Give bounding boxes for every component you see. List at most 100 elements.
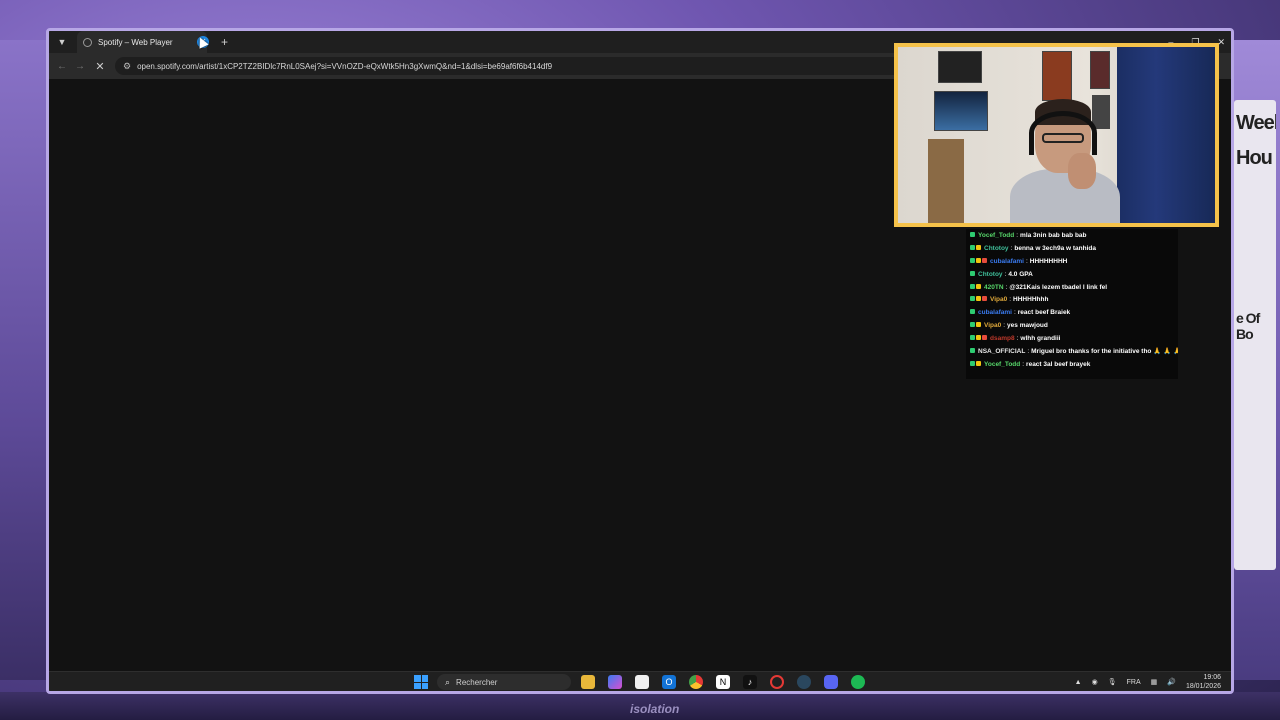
chat-username[interactable]: Vipa0 (990, 296, 1007, 303)
tab-spotify[interactable]: Spotify – Web Player ✕ (77, 31, 209, 53)
chat-username[interactable]: NSA_OFFICIAL (978, 348, 1025, 355)
chat-separator: : (1004, 270, 1007, 278)
chat-text: react beef Braiek (1017, 309, 1071, 317)
poster (1042, 51, 1072, 101)
search-placeholder: Rechercher (456, 677, 498, 687)
chat-separator: : (1009, 296, 1012, 304)
mousepad-logo: isolation (630, 702, 680, 716)
clock-time: 19:06 (1203, 674, 1221, 681)
chat-message: Chtotoy:4.0 GPA (966, 268, 1178, 281)
capcut-icon[interactable]: ♪ (743, 675, 757, 689)
stream-chat: Yocef_Todd: mla 3nin bab bab bab Chtotoy: b… (966, 229, 1178, 379)
microphone-icon[interactable]: 🎙 (1108, 678, 1117, 686)
tab-title: Spotify – Web Player (98, 37, 173, 47)
chat-username[interactable]: 420TN (984, 284, 1004, 291)
chat-text: react 3al beef brayek (1026, 360, 1091, 368)
chat-badge-icon (970, 309, 976, 316)
clock-date: 18/01/2026 (1185, 683, 1221, 690)
chat-text: Mriguel bro thanks for the initiative th… (1031, 348, 1178, 356)
chat-badge-icon (970, 244, 982, 252)
windows-taskbar: ⌕ Rechercher O N ♪ ▲ ◉ 🎙 FRA ▦ 🔊 19:06 1… (49, 671, 1231, 691)
chat-badge-icon (970, 347, 976, 355)
chevron-up-icon[interactable]: ▲ (1075, 679, 1082, 686)
chat-text: HHHHHhhh (1013, 296, 1049, 304)
chat-username[interactable]: Vipa0 (984, 322, 1001, 329)
spotify-favicon-icon (83, 37, 92, 47)
search-icon: ⌕ (445, 676, 451, 687)
chat-badge-icon (970, 322, 982, 329)
wall-poster: Week Hou e Of Bo (1234, 100, 1276, 570)
chat-username[interactable]: dsamp8 (990, 335, 1015, 342)
chat-text: @321Kais lezem tbadel l link fel (1009, 283, 1108, 291)
chat-badge-icon (970, 231, 976, 239)
chat-username[interactable]: Chtotoy (984, 245, 1009, 252)
tab-search-icon[interactable]: ▼ (53, 33, 71, 51)
wifi-icon[interactable]: ▦ (1151, 678, 1158, 686)
copilot-icon[interactable] (608, 675, 622, 689)
desk-edge: isolation (0, 692, 1280, 720)
taskbar-search[interactable]: ⌕ Rechercher (437, 674, 571, 690)
forward-arrow-icon[interactable]: → (71, 61, 89, 72)
chat-message: Chtotoy: benna w 3ech9a w tanhida (966, 242, 1178, 255)
chat-text: benna w 3ech9a w tanhida (1014, 244, 1097, 252)
chat-separator: : (1005, 283, 1008, 291)
chat-badge-icon (970, 360, 982, 368)
chat-text: yes mawjoud (1007, 322, 1048, 330)
chat-message: dsamp8: wlhh grandiii (966, 332, 1178, 345)
chat-badge-icon (970, 296, 988, 303)
chat-message: cubalafami: HHHHHHHH (966, 255, 1178, 268)
steam-icon[interactable] (797, 675, 811, 689)
chat-separator: : (1025, 257, 1028, 265)
chat-username[interactable]: cubalafami (978, 309, 1012, 316)
site-info-icon[interactable]: ⚙ (123, 61, 131, 72)
files-icon[interactable] (581, 675, 595, 689)
chat-separator: : (1010, 244, 1013, 252)
poster-line: Hou (1236, 147, 1273, 169)
chat-separator: : (1003, 322, 1006, 330)
chat-separator: : (1016, 335, 1019, 343)
chat-badge-icon (970, 270, 976, 278)
outlook-icon[interactable]: O (662, 675, 676, 689)
chat-message: Yocef_Todd: react 3al beef brayek (966, 358, 1178, 371)
chat-text: HHHHHHHH (1029, 257, 1068, 265)
curtain (1117, 47, 1215, 223)
glasses (1042, 133, 1084, 143)
chat-separator: : (1027, 347, 1030, 355)
opera-icon[interactable] (770, 675, 784, 689)
chat-username[interactable]: Chtotoy (978, 271, 1003, 278)
streamer (1010, 99, 1120, 223)
chat-username[interactable]: cubalafami (990, 258, 1024, 265)
url-text[interactable]: open.spotify.com/artist/1xCP2TZ2BIDlc7Rn… (137, 62, 552, 71)
back-arrow-icon[interactable]: ← (53, 61, 71, 72)
bookshelf (928, 139, 964, 223)
address-bar[interactable]: ⚙ open.spotify.com/artist/1xCP2TZ2BIDlc7… (115, 57, 915, 75)
chat-username[interactable]: Yocef_Todd (978, 232, 1014, 239)
discord-icon[interactable] (824, 675, 838, 689)
chat-message: Vipa0: yes mawjoud (966, 319, 1178, 332)
clock[interactable]: 19:06 18/01/2026 (1186, 673, 1221, 691)
volume-icon[interactable]: 🔊 (1167, 678, 1176, 686)
system-tray: ▲ ◉ 🎙 FRA ▦ 🔊 19:06 18/01/2026 (1075, 672, 1221, 691)
chat-badge-icon (970, 335, 988, 342)
chat-username[interactable]: Yocef_Todd (984, 361, 1020, 368)
chat-text: mla 3nin bab bab bab (1020, 231, 1087, 239)
new-tab-button[interactable]: + (221, 35, 228, 49)
chat-badge-icon (970, 283, 982, 291)
spotify-icon[interactable] (851, 675, 865, 689)
poster (1090, 51, 1110, 89)
left-wall (0, 40, 46, 680)
stop-loading-icon[interactable]: ✕ (91, 60, 109, 73)
right-wall: Week Hou e Of Bo (1232, 40, 1280, 680)
start-button-icon[interactable] (414, 675, 428, 689)
notion-icon[interactable]: N (716, 675, 730, 689)
chat-message: cubalafami: react beef Braiek (966, 306, 1178, 319)
poster-line: e Of Bo (1236, 310, 1260, 342)
chat-separator: : (1013, 309, 1016, 317)
language-indicator[interactable]: FRA (1127, 679, 1141, 686)
chrome-icon[interactable] (689, 675, 703, 689)
chat-separator: : (1022, 360, 1025, 368)
webcam-overlay (894, 43, 1219, 227)
network-icon[interactable]: ◉ (1092, 678, 1098, 686)
chat-text: wlhh grandiii (1020, 335, 1061, 343)
store-icon[interactable] (635, 675, 649, 689)
